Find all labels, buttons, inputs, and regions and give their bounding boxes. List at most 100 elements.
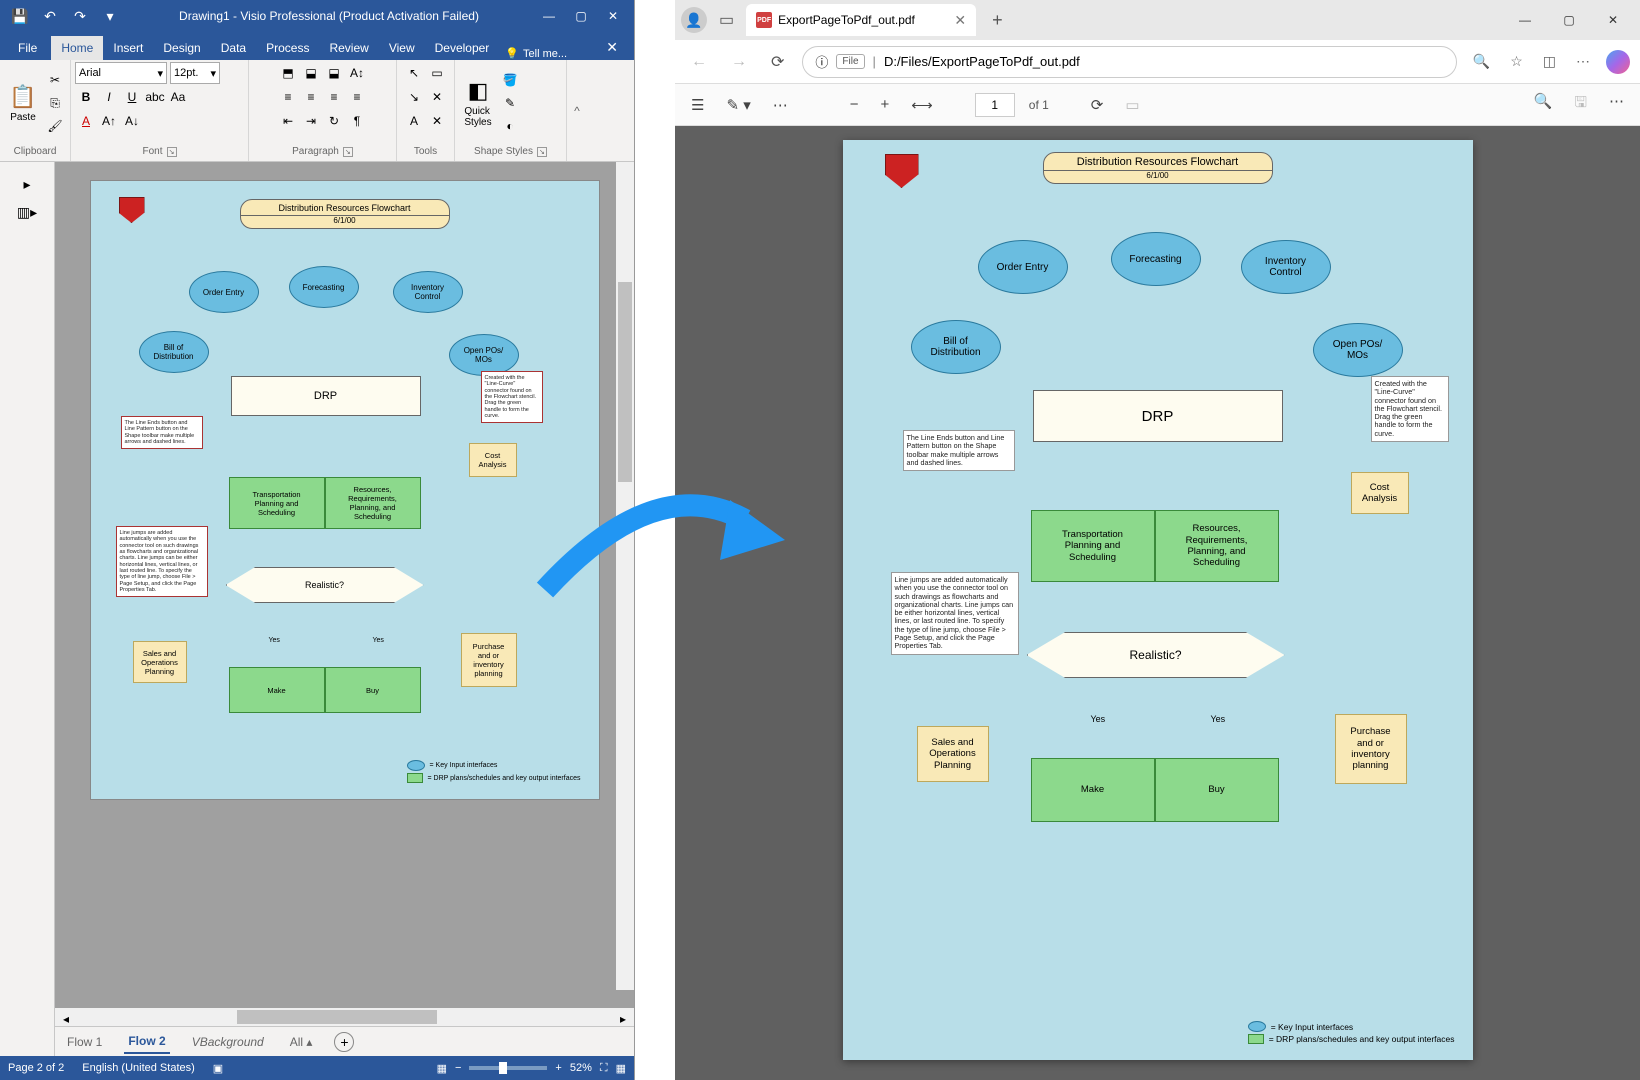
shape-styles-dialog-launcher[interactable]: ↘ [537,147,547,157]
vscroll-thumb[interactable] [618,282,632,482]
format-painter-button[interactable]: 🖌 [44,115,66,137]
tab-actions-icon[interactable]: ▭ [715,6,738,34]
pdf-viewport[interactable]: Distribution Resources Flowchart 6/1/00 … [675,126,1640,1080]
fit-page-button[interactable]: ⛶ [600,1062,608,1075]
tab-close-icon[interactable]: ✕ [954,12,966,29]
connector-tool-button[interactable]: ↘ [403,86,425,108]
process-tab[interactable]: Process [256,36,319,60]
connection-point-button[interactable]: ✕ [426,110,448,132]
font-color-button[interactable]: A [75,110,97,132]
align-center-button[interactable]: ≡ [323,86,345,108]
file-tab[interactable]: File [4,36,51,60]
browser-tab[interactable]: PDF ExportPageToPdf_out.pdf ✕ [746,4,976,36]
new-page-button[interactable]: + [334,1032,354,1052]
rotate-text-button[interactable]: ↻ [323,110,345,132]
zoom-out-button[interactable]: − [455,1062,461,1074]
home-tab[interactable]: Home [51,36,103,60]
close-button[interactable]: ✕ [598,4,628,28]
presentation-mode-icon[interactable]: ▦ [437,1062,447,1075]
tell-me-search[interactable]: 💡Tell me... [505,47,567,60]
page-tab-flow2[interactable]: Flow 2 [124,1030,169,1054]
decrease-font-size-button[interactable]: A↓ [121,110,143,132]
align-right-button[interactable]: ≡ [346,86,368,108]
canvas-scroll[interactable]: Distribution Resources Flowchart 6/1/00 … [55,162,634,1008]
zoom-slider[interactable] [469,1066,547,1070]
macro-record-icon[interactable]: ▣ [213,1062,223,1075]
text-tool-button[interactable]: ✕ [426,86,448,108]
maximize-button[interactable]: ▢ [566,4,596,28]
contents-icon[interactable]: ☰ [687,92,708,118]
insert-tab[interactable]: Insert [103,36,153,60]
edge-maximize-button[interactable]: ▢ [1548,5,1590,35]
rectangle-tool-button[interactable]: ▭ [426,62,448,84]
bullets-button[interactable]: ≡ [277,86,299,108]
align-top-button[interactable]: ⬒ [277,62,299,84]
increase-font-size-button[interactable]: A↑ [98,110,120,132]
font-dialog-launcher[interactable]: ↘ [167,147,177,157]
pan-zoom-button[interactable]: ▦ [616,1062,626,1075]
zoom-thumb[interactable] [499,1062,507,1074]
view-tab[interactable]: View [379,36,425,60]
pdf-more-icon[interactable]: ⋯ [1605,88,1628,121]
rotate-icon[interactable]: ⟳ [1087,92,1108,118]
favorites-icon[interactable]: ☆ [1506,49,1527,74]
address-bar[interactable]: ⓘ File | D:/Files/ExportPageToPdf_out.pd… [802,46,1456,78]
align-middle-button[interactable]: ⬓ [300,62,322,84]
hscroll-thumb[interactable] [237,1010,437,1024]
cut-button[interactable]: ✂ [44,69,66,91]
bold-button[interactable]: B [75,86,97,108]
shapes-expand-icon[interactable]: ▸ [12,172,42,196]
profile-icon[interactable]: 👤 [681,7,707,33]
strikethrough-button[interactable]: abc [144,86,166,108]
paste-button[interactable]: 📋Paste [4,68,42,138]
vertical-scrollbar[interactable] [616,162,634,990]
decrease-indent-button[interactable]: ⇤ [277,110,299,132]
data-tab[interactable]: Data [211,36,256,60]
page-tab-vbackground[interactable]: VBackground [188,1031,268,1053]
quick-styles-button[interactable]: ◧Quick Styles [459,68,497,138]
drawing-page[interactable]: Distribution Resources Flowchart 6/1/00 … [90,180,600,800]
font-size-combo[interactable]: 12pt.▾ [170,62,220,84]
ribbon-collapse-button[interactable]: ^ [567,60,587,161]
qat-more-icon[interactable]: ▾ [96,4,124,28]
zoom-in-icon[interactable]: + [876,92,893,117]
paragraph-dialog-launcher[interactable]: ↘ [343,147,353,157]
undo-icon[interactable]: ↶ [36,4,64,28]
increase-indent-button[interactable]: ⇥ [300,110,322,132]
edge-minimize-button[interactable]: — [1504,5,1546,35]
stencil-icon[interactable]: ▥▸ [12,200,42,224]
pointer-tool-button[interactable]: ↖ [403,62,425,84]
save-icon[interactable]: 💾 [6,4,34,28]
paragraph-more-button[interactable]: ¶ [346,110,368,132]
zoom-icon[interactable]: 🔍 [1469,49,1494,74]
more-tools-icon[interactable]: ⋯ [769,92,792,118]
page-view-icon[interactable]: ▭ [1121,92,1143,118]
text-direction-button[interactable]: A↕ [346,62,368,84]
zoom-in-button[interactable]: + [555,1062,561,1074]
text-button[interactable]: A [403,110,425,132]
new-tab-button[interactable]: + [984,6,1011,35]
back-button[interactable]: ← [685,47,713,77]
copilot-icon[interactable] [1606,50,1630,74]
zoom-level[interactable]: 52% [570,1062,592,1074]
refresh-button[interactable]: ⟳ [765,46,790,78]
split-screen-icon[interactable]: ◫ [1539,49,1560,74]
fit-width-icon[interactable]: ⟷ [907,92,937,118]
shape-line-button[interactable]: ✎ [499,92,521,114]
ribbon-close-icon[interactable]: ✕ [596,35,628,60]
horizontal-scrollbar[interactable]: ◂ ▸ [55,1008,634,1026]
find-icon[interactable]: 🔍 [1530,88,1557,121]
page-tab-all[interactable]: All ▴ [286,1031,317,1053]
shape-effects-button[interactable]: ◐ [499,115,521,137]
site-info-icon[interactable]: ⓘ [815,52,828,71]
redo-icon[interactable]: ↷ [66,4,94,28]
edge-close-button[interactable]: ✕ [1592,5,1634,35]
font-name-combo[interactable]: Arial▾ [75,62,167,84]
page-tab-flow1[interactable]: Flow 1 [63,1031,106,1053]
settings-more-icon[interactable]: ⋯ [1572,49,1594,74]
align-bottom-button[interactable]: ⬓ [323,62,345,84]
text-effects-button[interactable]: Aa [167,86,189,108]
italic-button[interactable]: I [98,86,120,108]
developer-tab[interactable]: Developer [425,36,500,60]
forward-button[interactable]: → [725,47,753,77]
